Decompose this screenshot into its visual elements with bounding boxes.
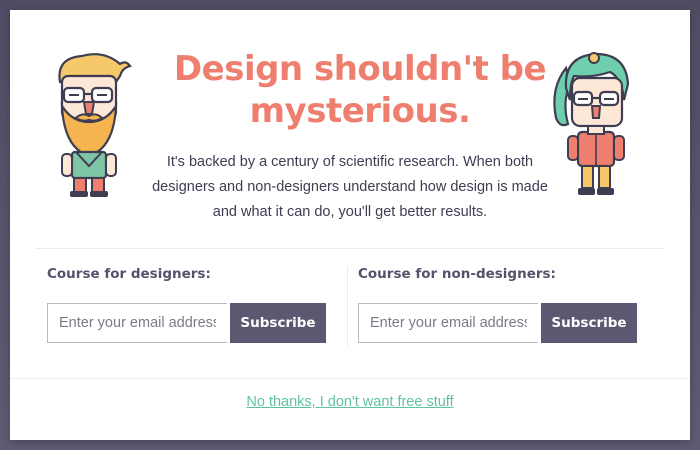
green-haired-designer-icon (553, 52, 630, 195)
non-designers-form: Course for non-designers: Subscribe (358, 264, 637, 343)
designers-email-input[interactable] (47, 303, 227, 343)
non-designers-subscribe-button[interactable]: Subscribe (541, 303, 637, 343)
modal-headline: Design shouldn't be mysterious. (173, 49, 547, 131)
designers-form: Course for designers: Subscribe (47, 264, 326, 343)
decline-link[interactable]: No thanks, I don't want free stuff (10, 394, 690, 410)
non-designers-form-title: Course for non-designers: (358, 266, 556, 282)
divider-bottom (10, 378, 690, 379)
non-designers-email-input[interactable] (358, 303, 538, 343)
designers-subscribe-button[interactable]: Subscribe (230, 303, 326, 343)
bearded-designer-icon (58, 53, 132, 197)
divider-vertical (347, 266, 348, 346)
non-designers-form-row: Subscribe (358, 303, 637, 343)
divider-top (36, 248, 664, 249)
designers-form-row: Subscribe (47, 303, 326, 343)
modal-subtext: It's backed by a century of scientific r… (152, 154, 548, 220)
designers-form-title: Course for designers: (47, 266, 211, 282)
subscribe-modal: Design shouldn't be mysterious. It's bac… (10, 10, 690, 440)
